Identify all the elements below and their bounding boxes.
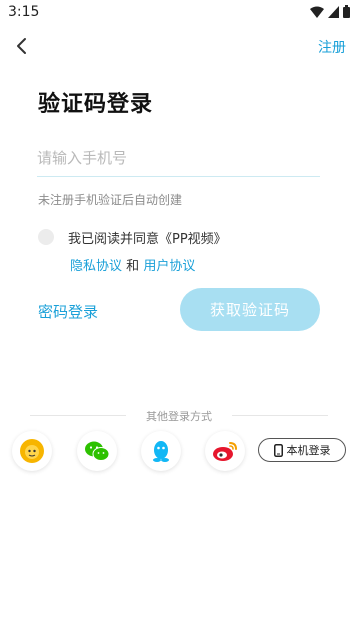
auto-create-hint: 未注册手机验证后自动创建 (38, 193, 183, 207)
password-login-link[interactable]: 密码登录 (38, 301, 98, 322)
signal-icon (328, 5, 339, 18)
wechat-login-button[interactable] (77, 431, 117, 471)
qq-login-button[interactable] (141, 431, 181, 471)
status-time: 3:15 (8, 4, 40, 20)
page-title: 验证码登录 (38, 92, 154, 117)
suning-login-button[interactable] (12, 431, 52, 471)
wechat-icon (85, 441, 110, 461)
agreement-links: 隐私协议 和 用户协议 (70, 255, 195, 274)
get-code-button[interactable]: 获取验证码 (180, 288, 320, 331)
other-login-label: 其他登录方式 (146, 410, 212, 423)
status-icons (310, 5, 350, 18)
agreement-checkbox[interactable] (38, 229, 54, 245)
battery-icon (343, 5, 350, 18)
agreement-text: 我已阅读并同意《PP视频》 (68, 232, 227, 247)
back-arrow-icon[interactable] (12, 36, 32, 56)
local-login-label: 本机登录 (286, 444, 331, 457)
weibo-login-button[interactable] (205, 431, 245, 471)
phone-input[interactable] (37, 140, 320, 177)
user-agreement-link[interactable]: 用户协议 (143, 259, 195, 274)
and-text: 和 (126, 259, 140, 274)
weibo-icon (213, 442, 237, 461)
privacy-policy-link[interactable]: 隐私协议 (70, 259, 122, 274)
wifi-icon (310, 6, 324, 18)
divider-right (232, 415, 328, 416)
register-link[interactable]: 注册 (318, 37, 346, 57)
suning-icon (20, 439, 44, 463)
divider-left (30, 415, 126, 416)
qq-icon (153, 441, 169, 462)
phone-icon (273, 443, 283, 457)
local-login-button[interactable]: 本机登录 (258, 438, 346, 462)
